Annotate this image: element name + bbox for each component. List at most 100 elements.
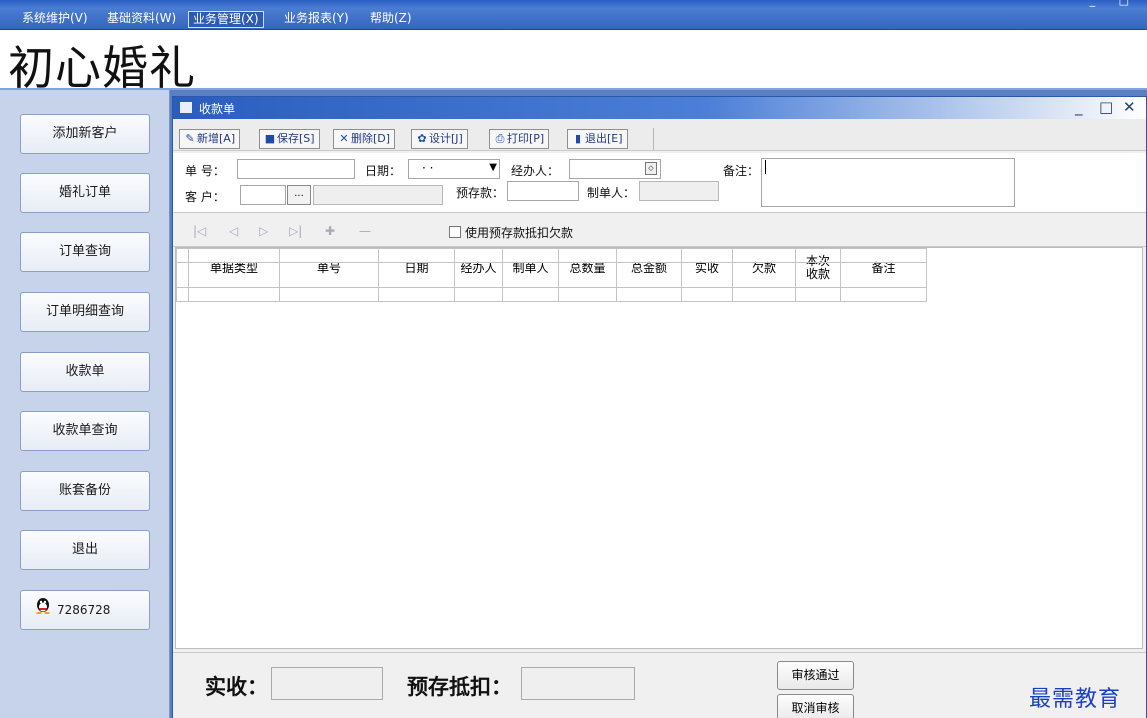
prepay-deduct-label: 预存抵扣：: [407, 674, 512, 699]
design-icon: ✿: [417, 132, 427, 145]
summary-cell: [840, 248, 927, 263]
summary-cell: [681, 248, 733, 263]
summary-cell: [732, 248, 796, 263]
table-cell[interactable]: [840, 287, 927, 302]
print-button[interactable]: ⎙ 打印[P]: [489, 129, 550, 149]
design-button-label: 设计[J]: [429, 132, 463, 145]
date-label: 日期：: [365, 164, 402, 178]
receipt-button[interactable]: 收款单: [20, 352, 150, 392]
exit-window-button[interactable]: ▮ 退出[E]: [567, 129, 628, 149]
date-value: · ·: [422, 161, 434, 175]
brand-banner: 初心婚礼: [0, 30, 1147, 95]
received-label: 实收：: [205, 674, 268, 699]
close-icon[interactable]: ✕: [1123, 98, 1136, 116]
prepay-deduct-display: [521, 667, 635, 700]
first-record-icon[interactable]: |◁: [193, 224, 206, 238]
last-record-icon[interactable]: ▷|: [289, 224, 302, 238]
summary-cell: [378, 248, 455, 263]
qq-contact-button[interactable]: 7286728: [20, 590, 150, 630]
table-cell[interactable]: [681, 287, 733, 302]
prepay-input[interactable]: [507, 181, 579, 201]
app-title-bar: _ □: [0, 0, 1147, 8]
menu-help[interactable]: 帮助(Z): [366, 11, 416, 28]
window-controls[interactable]: _ □: [1090, 0, 1139, 7]
delete-icon: ✕: [339, 132, 349, 145]
customer-label: 客 户：: [185, 190, 225, 204]
customer-browse-button[interactable]: ...: [287, 185, 311, 205]
menu-bar: 系统维护(V) 基础资料(W) 业务管理(X) 业务报表(Y) 帮助(Z): [0, 8, 1147, 30]
prepay-label: 预存款：: [456, 186, 505, 200]
add-button-label: 新增[A]: [197, 132, 236, 145]
table-cell[interactable]: [378, 287, 455, 302]
qq-number: 7286728: [57, 603, 111, 617]
minimize-icon[interactable]: _: [1075, 98, 1083, 116]
summary-cell: [188, 248, 280, 263]
wedding-order-button[interactable]: 婚礼订单: [20, 173, 150, 213]
receipt-window: 收款单 _ □ ✕ ✎ 新增[A] ■ 保存[S] ✕ 删除[D] ✿ 设计[J] ⎙ 打…: [172, 96, 1147, 718]
delete-button[interactable]: ✕ 删除[D]: [333, 129, 396, 149]
receipt-query-button[interactable]: 收款单查询: [20, 411, 150, 451]
date-picker[interactable]: · · ▼: [408, 159, 500, 179]
approve-button[interactable]: 审核通过: [777, 661, 854, 690]
print-button-label: 打印[P]: [507, 132, 545, 145]
menu-system[interactable]: 系统维护(V): [18, 11, 92, 28]
handler-label: 经办人：: [511, 164, 560, 178]
delete-button-label: 删除[D]: [351, 132, 391, 145]
creator-label: 制单人：: [587, 186, 636, 200]
row-indicator-cell: [176, 287, 189, 302]
qq-penguin-icon: [35, 592, 51, 630]
insert-record-icon[interactable]: ✚: [325, 224, 335, 238]
table-cell[interactable]: [188, 287, 280, 302]
table-cell[interactable]: [454, 287, 503, 302]
order-detail-query-button[interactable]: 订单明细查询: [20, 292, 150, 332]
use-prepay-checkbox[interactable]: [449, 226, 461, 238]
summary-cell: [176, 248, 189, 263]
summary-cell: [502, 248, 559, 263]
design-button[interactable]: ✿ 设计[J]: [411, 129, 468, 149]
save-button[interactable]: ■ 保存[S]: [259, 129, 320, 149]
account-backup-button[interactable]: 账套备份: [20, 471, 150, 511]
window-form-icon: [179, 101, 193, 114]
prev-record-icon[interactable]: ◁: [229, 224, 238, 238]
cancel-approve-button[interactable]: 取消审核: [777, 694, 854, 718]
table-cell[interactable]: [795, 287, 841, 302]
use-prepay-label: 使用预存款抵扣欠款: [465, 226, 574, 240]
receipt-no-input[interactable]: [237, 159, 355, 179]
remark-textarea[interactable]: [761, 158, 1015, 207]
menu-basic-data[interactable]: 基础资料(W): [103, 11, 180, 28]
receipt-grid: 单据类型 单号 日期 经办人 制单人 总数量 总金额 实收 欠款 本次收款 备注: [175, 247, 1143, 649]
exit-button-label: 退出[E]: [585, 132, 623, 145]
menu-reports[interactable]: 业务报表(Y): [280, 11, 353, 28]
watermark-brand: 最需教育: [1029, 687, 1122, 712]
summary-cell: [616, 248, 682, 263]
chevron-down-icon[interactable]: ▼: [489, 162, 497, 173]
exit-button[interactable]: 退出: [20, 530, 150, 570]
maximize-icon[interactable]: □: [1099, 98, 1113, 116]
summary-cell: [558, 248, 617, 263]
receipt-window-title: 收款单: [199, 102, 236, 116]
spinner-icon[interactable]: ◇: [645, 162, 657, 175]
table-cell[interactable]: [732, 287, 796, 302]
add-customer-button[interactable]: 添加新客户: [20, 114, 150, 154]
menu-business[interactable]: 业务管理(X): [188, 11, 264, 28]
customer-code-input[interactable]: [240, 185, 286, 205]
save-button-label: 保存[S]: [277, 132, 315, 145]
handler-select[interactable]: ◇: [569, 159, 661, 179]
table-cell[interactable]: [558, 287, 617, 302]
table-cell[interactable]: [616, 287, 682, 302]
table-cell[interactable]: [502, 287, 559, 302]
order-query-button[interactable]: 订单查询: [20, 232, 150, 272]
table-cell[interactable]: [279, 287, 379, 302]
printer-icon: ⎙: [495, 132, 505, 145]
add-button[interactable]: ✎ 新增[A]: [179, 129, 241, 149]
summary-cell: [279, 248, 379, 263]
sidebar: 添加新客户 婚礼订单 订单查询 订单明细查询 收款单 收款单查询 账套备份 退出…: [0, 90, 170, 718]
toolbar: ✎ 新增[A] ■ 保存[S] ✕ 删除[D] ✿ 设计[J] ⎙ 打印[P] ▮ 退出[E…: [173, 119, 1146, 151]
record-navigator: |◁ ◁ ▷ ▷| ✚ — 使用预存款抵扣欠款: [173, 215, 1146, 247]
next-record-icon[interactable]: ▷: [259, 224, 268, 238]
new-doc-icon: ✎: [185, 132, 195, 145]
summary-cell: [454, 248, 503, 263]
received-amount-display: [271, 667, 383, 700]
delete-record-icon[interactable]: —: [359, 224, 371, 238]
table-row[interactable]: [176, 287, 927, 302]
